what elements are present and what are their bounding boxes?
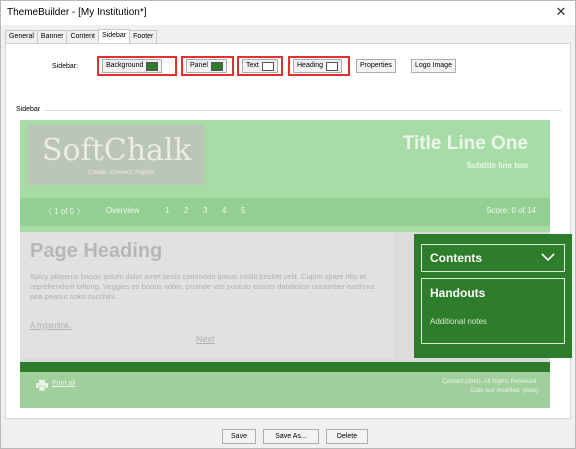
footer-modified: Date last modified: (date) — [470, 388, 538, 394]
score-text: Score: 0 of 14 — [486, 206, 536, 215]
tab-sidebar[interactable]: Sidebar — [98, 29, 131, 43]
preview-navbar: 〈 1 of 5 〉 Overview 1 2 3 4 5 Score: 0 o… — [20, 198, 550, 226]
page-heading: Page Heading — [30, 240, 163, 262]
preview-banner: SoftChalk Create. Connect. Inspire! Titl… — [20, 120, 550, 232]
nav-page-4[interactable]: 4 — [222, 206, 226, 215]
group-divider — [16, 110, 562, 111]
logo-image-button[interactable]: Logo Image — [411, 59, 456, 73]
handouts-panel[interactable]: Handouts Additional notes — [421, 278, 565, 344]
page-pager[interactable]: 〈 1 of 5 〉 — [44, 206, 84, 217]
printer-icon — [36, 380, 48, 391]
text-swatch — [261, 61, 274, 71]
properties-button[interactable]: Properties — [356, 59, 396, 73]
footer-copyright: Content (date). All Rights Reserved. — [442, 379, 538, 385]
preview-content: Page Heading Spicy jalapeno bacon ipsum … — [20, 232, 394, 358]
delete-button[interactable]: Delete — [326, 429, 368, 444]
nav-page-3[interactable]: 3 — [203, 206, 207, 215]
heading-label: Heading — [297, 62, 324, 69]
nav-page-1[interactable]: 1 — [165, 206, 169, 215]
background-label: Background — [106, 62, 144, 69]
chevron-down-icon — [541, 253, 555, 262]
panel-swatch — [210, 61, 223, 71]
handouts-note: Additional notes — [430, 317, 487, 326]
tab-footer[interactable]: Footer — [129, 30, 158, 43]
contents-panel[interactable]: Contents — [421, 244, 565, 272]
close-icon[interactable]: ✕ — [553, 4, 569, 20]
preview-footer: Print all Content (date). All Rights Res… — [20, 372, 550, 408]
logo-image: SoftChalk — [42, 133, 192, 168]
handouts-label: Handouts — [430, 286, 486, 300]
sample-hyperlink[interactable]: A hyperlink. — [30, 321, 71, 330]
tab-content[interactable]: Content — [66, 30, 100, 43]
background-swatch — [146, 61, 159, 71]
panel-button[interactable]: Panel — [186, 59, 227, 73]
contents-label: Contents — [430, 251, 482, 265]
tab-banner[interactable]: Banner — [36, 30, 68, 43]
heading-button[interactable]: Heading — [293, 59, 343, 73]
text-button[interactable]: Text — [242, 59, 278, 73]
text-label: Text — [246, 62, 259, 69]
heading-swatch — [326, 61, 339, 71]
print-link[interactable]: Print all — [52, 380, 75, 387]
logo-tagline: Create. Connect. Inspire! — [88, 170, 155, 176]
theme-preview: SoftChalk Create. Connect. Inspire! Titl… — [20, 120, 572, 408]
save-button[interactable]: Save — [222, 429, 256, 444]
title-bar: ThemeBuilder - [My Institution*] ✕ — [1, 1, 575, 25]
background-button[interactable]: Background — [102, 59, 163, 73]
logo-area: SoftChalk Create. Connect. Inspire! — [28, 125, 204, 185]
panel-label: Panel — [190, 62, 208, 69]
group-label: Sidebar — [16, 106, 45, 113]
sidebar-toolbar: Sidebar: Background Panel Text Heading P… — [6, 56, 570, 78]
sidebar-tab-panel: Sidebar: Background Panel Text Heading P… — [5, 43, 572, 419]
page-body-text: Spicy jalapeno bacon ipsum dolor amet ke… — [30, 272, 375, 301]
save-as-button[interactable]: Save As... — [263, 429, 319, 444]
nav-overview[interactable]: Overview — [106, 206, 139, 215]
banner-subtitle: Subtitle line two — [466, 161, 528, 170]
themebuilder-window: ThemeBuilder - [My Institution*] ✕ Gener… — [0, 0, 576, 449]
nav-page-2[interactable]: 2 — [184, 206, 188, 215]
sidebar-preview: Contents Handouts Additional notes — [414, 234, 572, 358]
banner-title: Title Line One — [402, 133, 528, 154]
next-link[interactable]: Next — [196, 334, 215, 344]
dialog-buttons: Save Save As... Delete — [1, 429, 576, 445]
nav-page-5[interactable]: 5 — [241, 206, 245, 215]
sidebar-label: Sidebar: — [52, 63, 79, 70]
footer-bar — [20, 362, 550, 372]
tab-general[interactable]: General — [5, 30, 38, 43]
tab-strip: General Banner Content Sidebar Footer — [5, 29, 158, 44]
window-title: ThemeBuilder - [My Institution*] — [7, 7, 147, 18]
